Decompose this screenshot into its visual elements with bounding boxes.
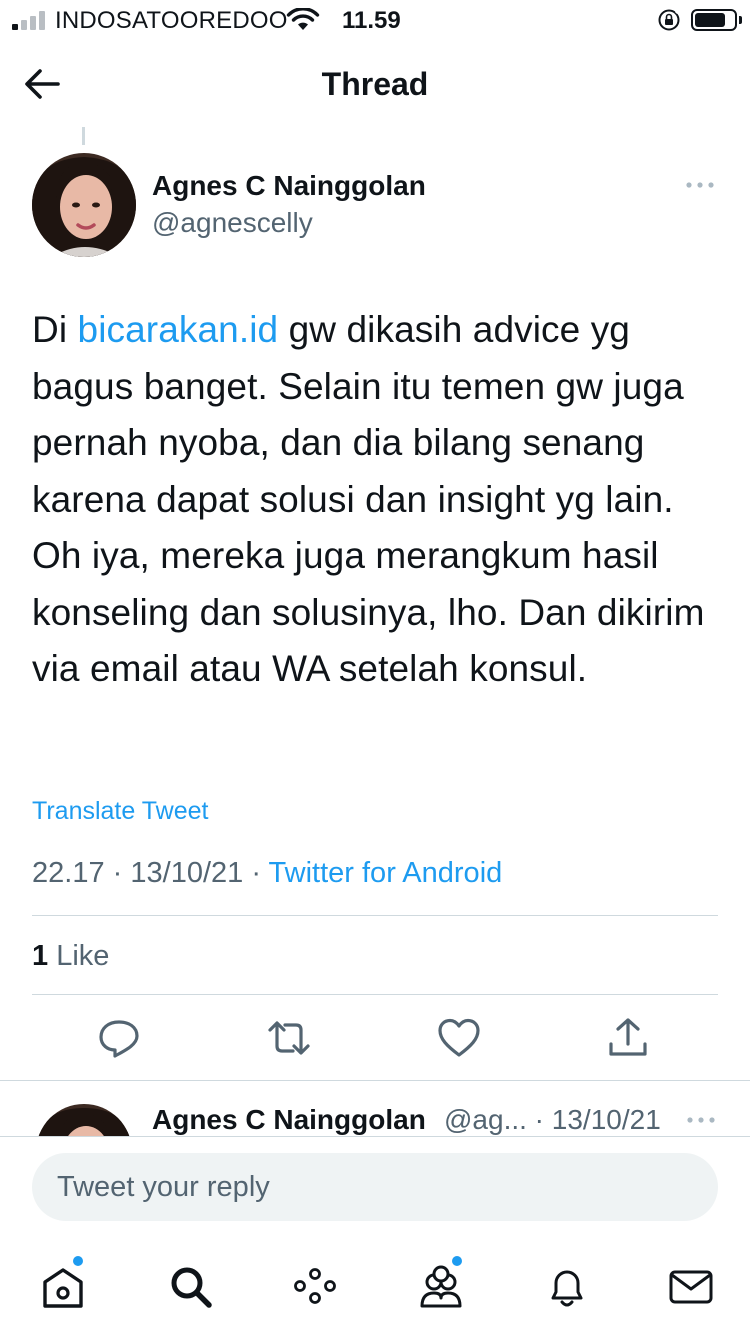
more-options-button[interactable] <box>682 175 718 195</box>
share-icon <box>609 1018 647 1056</box>
reply-icon <box>99 1020 139 1058</box>
signal-strength-icon <box>12 10 48 30</box>
nav-home[interactable] <box>38 1256 88 1312</box>
wifi-icon <box>286 8 320 30</box>
nav-spaces[interactable] <box>290 1262 340 1312</box>
divider <box>0 1080 750 1081</box>
home-icon <box>43 1268 83 1308</box>
reply-input[interactable] <box>32 1153 718 1221</box>
nav-messages[interactable] <box>666 1262 716 1312</box>
avatar[interactable] <box>32 153 136 257</box>
notification-dot <box>73 1256 83 1266</box>
tweet-date: 13/10/21 <box>130 857 244 889</box>
spaces-icon <box>294 1268 336 1304</box>
nav-search[interactable] <box>166 1262 216 1312</box>
search-icon <box>171 1267 212 1308</box>
author-name[interactable]: Agnes C Nainggolan <box>152 170 426 202</box>
rotation-lock-icon <box>658 9 680 31</box>
next-tweet-preview[interactable]: Agnes C Nainggolan @ag... · 13/10/21 <box>0 1082 750 1136</box>
likes-count[interactable]: 1 Like <box>32 940 109 973</box>
tweet-time: 22.17 <box>32 857 105 889</box>
thread-connector-line <box>82 127 85 145</box>
tweet-source-link[interactable]: Twitter for Android <box>269 857 503 889</box>
bottom-navigation <box>0 1236 750 1334</box>
next-tweet-author-name[interactable]: Agnes C Nainggolan <box>152 1104 426 1136</box>
nav-notifications[interactable] <box>542 1262 592 1312</box>
notification-dot <box>452 1256 462 1266</box>
more-horizontal-icon <box>686 182 714 188</box>
battery-icon <box>691 9 737 31</box>
translate-tweet-link[interactable]: Translate Tweet <box>32 797 208 826</box>
communities-icon <box>420 1265 462 1308</box>
status-time: 11.59 <box>342 7 401 34</box>
retweet-icon <box>268 1021 310 1055</box>
retweet-button[interactable] <box>267 1016 311 1060</box>
page-title: Thread <box>321 66 429 102</box>
status-bar: INDOSATOOREDOO 11.59 <box>0 0 750 40</box>
tweet-link[interactable]: bicarakan.id <box>78 309 279 350</box>
reply-button[interactable] <box>97 1016 141 1060</box>
tweet-metadata: 22.17 · 13/10/21 · Twitter for Android <box>32 857 503 889</box>
messages-icon <box>669 1270 713 1304</box>
notifications-icon <box>551 1270 583 1307</box>
avatar[interactable] <box>36 1104 132 1136</box>
nav-communities[interactable] <box>416 1256 466 1312</box>
reply-bar <box>0 1136 750 1234</box>
tweet-text: Di bicarakan.id gw dikasih advice yg bag… <box>32 309 705 689</box>
like-button[interactable] <box>437 1016 481 1060</box>
like-icon <box>438 1018 480 1057</box>
author-handle[interactable]: @agnescelly <box>152 207 313 239</box>
divider <box>32 994 718 995</box>
carrier-name: INDOSATOOREDOO <box>55 7 288 34</box>
more-horizontal-icon[interactable] <box>684 1112 718 1128</box>
thread-header: Thread <box>0 50 750 120</box>
share-button[interactable] <box>606 1016 650 1060</box>
next-tweet-handle-date: @ag... · 13/10/21 <box>444 1104 661 1135</box>
divider <box>32 915 718 916</box>
